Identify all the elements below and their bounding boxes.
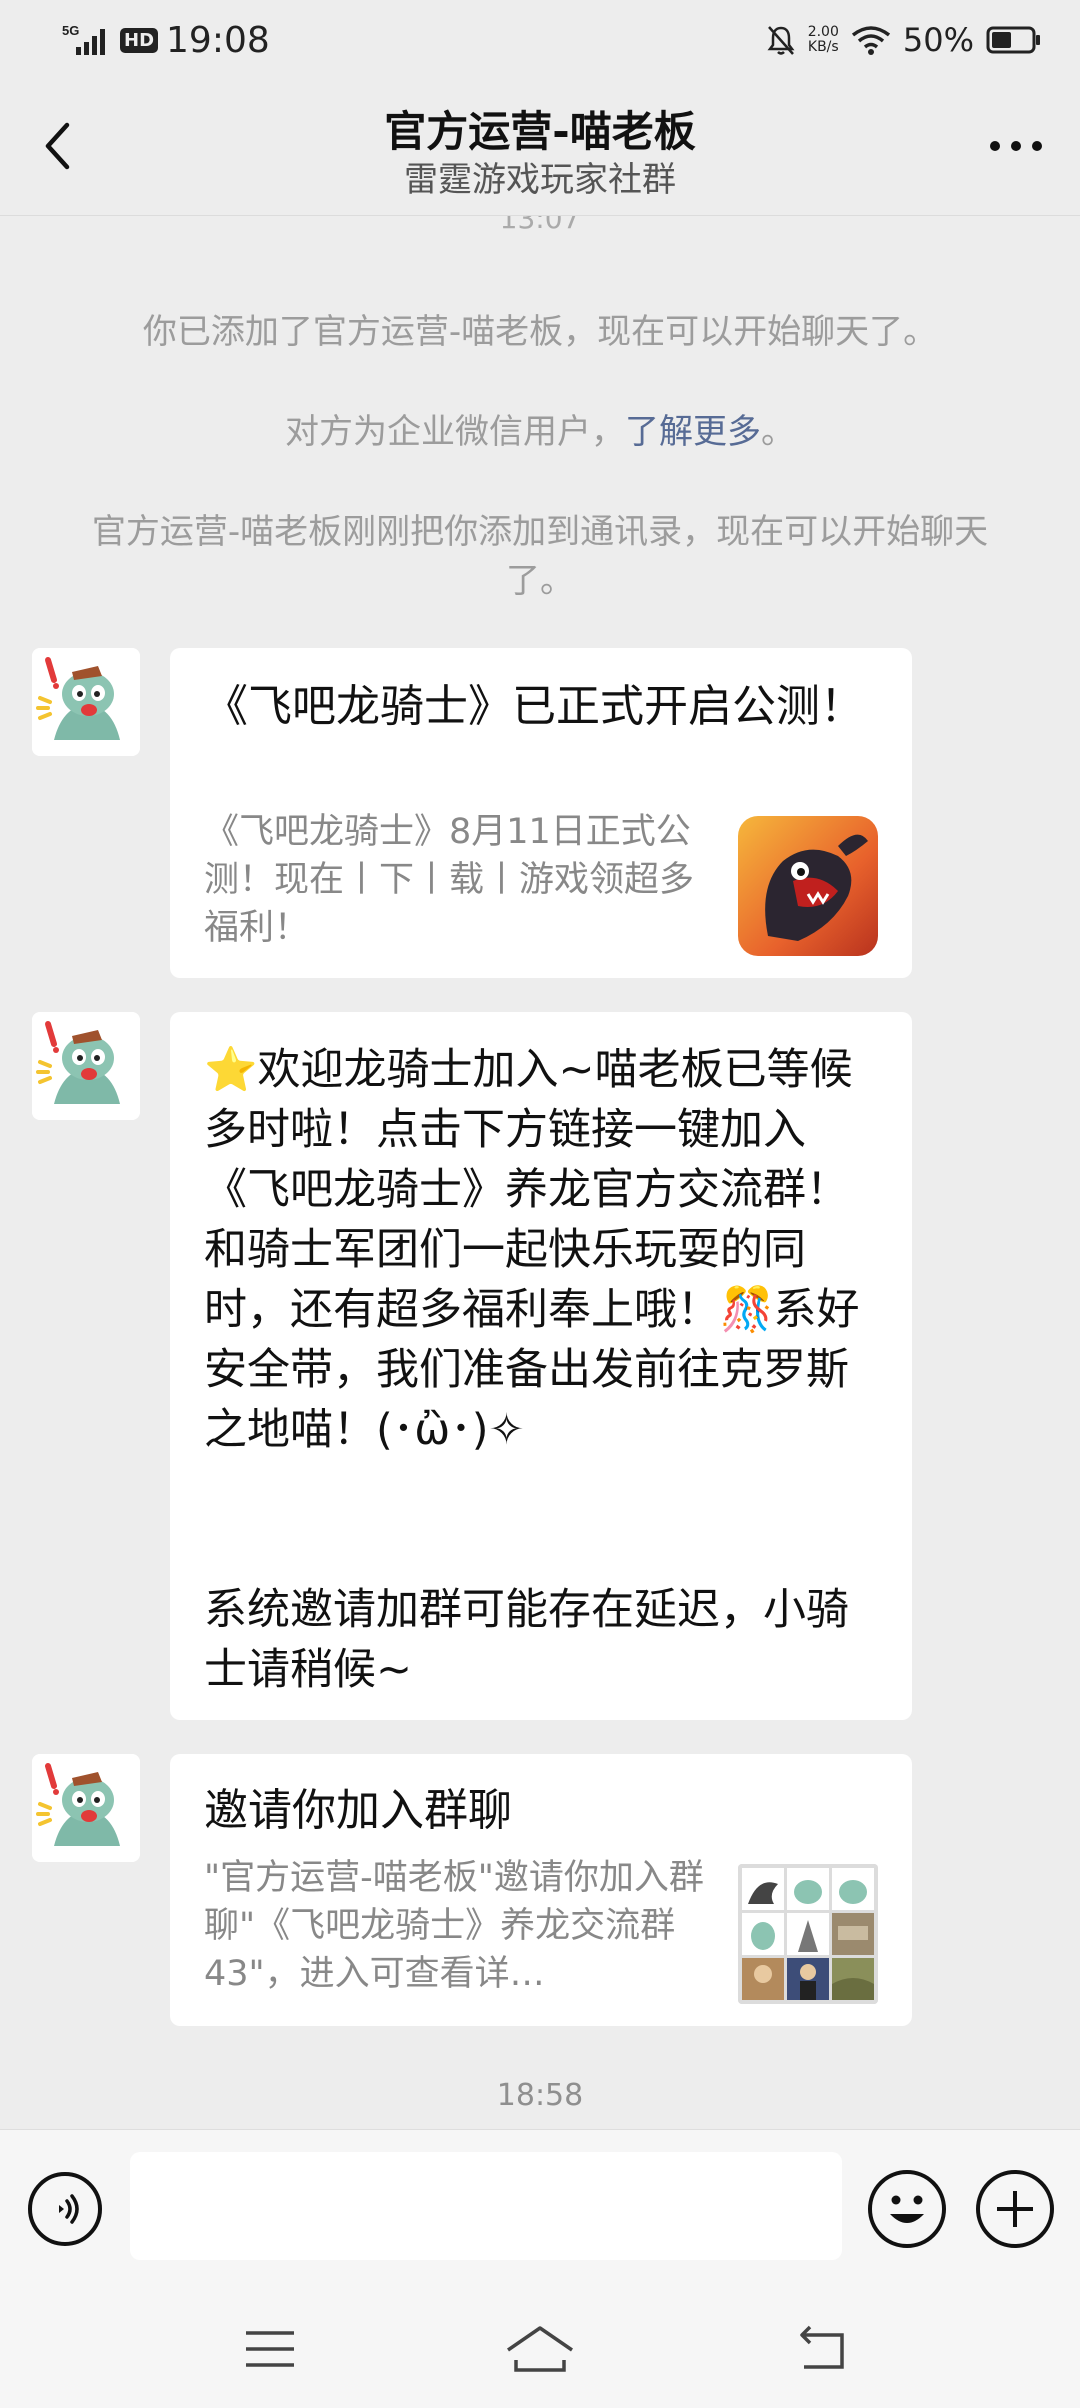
battery-icon	[986, 26, 1040, 54]
system-message: 你已添加了官方运营-喵老板，现在可以开始聊天了。	[142, 312, 938, 352]
home-nav-button[interactable]	[500, 2319, 580, 2379]
mascot-avatar-icon	[32, 1754, 140, 1862]
mute-bell-icon	[767, 26, 795, 55]
message-paragraph: ⭐欢迎龙骑士加入~喵老板已等候多时啦！点击下方链接一键加入《飞吧龙骑士》养龙官方…	[204, 1045, 860, 1455]
emoji-button[interactable]	[868, 2170, 946, 2248]
dragon-game-icon	[738, 816, 878, 956]
status-time: 19:08	[166, 19, 270, 61]
group-invite-card[interactable]: 邀请你加入群聊 "官方运营-喵老板"邀请你加入群聊"《飞吧龙骑士》养龙交流群43…	[170, 1754, 912, 2026]
game-thumbnail	[738, 816, 878, 956]
system-nav-bar	[0, 2289, 1080, 2408]
return-icon	[800, 2325, 844, 2369]
system-text: 对方为企业微信用户，	[285, 412, 625, 452]
card-title: 邀请你加入群聊	[204, 1785, 512, 1836]
avatar[interactable]	[32, 1754, 140, 1862]
title-bar: 官方运营-喵老板 雷霆游戏玩家社群	[0, 80, 1080, 216]
link-card[interactable]: 《飞吧龙骑士》已正式开启公测！ 《飞吧龙骑士》8月11日正式公测！现在丨下丨载丨…	[170, 648, 912, 978]
avatar[interactable]	[32, 1012, 140, 1120]
status-left: 5G HD 19:08	[62, 18, 270, 62]
mascot-avatar-icon	[32, 1012, 140, 1120]
card-description: 《飞吧龙骑士》8月11日正式公测！现在丨下丨载丨游戏领超多福利！	[204, 812, 695, 948]
plus-icon	[997, 2191, 1033, 2227]
system-text: 。	[761, 412, 795, 452]
timestamp: 13:07	[499, 216, 581, 235]
wifi-icon	[851, 26, 890, 55]
smiley-icon	[890, 2195, 924, 2223]
message-input[interactable]	[130, 2152, 842, 2260]
input-bar	[0, 2129, 1080, 2290]
card-description: "官方运营-喵老板"邀请你加入群聊"《飞吧龙骑士》养龙交流群43"，进入可查看详…	[204, 1858, 704, 1994]
net-speed: 2.00 KB/s	[807, 24, 839, 55]
back-nav-button[interactable]	[782, 2319, 862, 2379]
chat-subtitle: 雷霆游戏玩家社群	[404, 160, 676, 200]
card-title: 《飞吧龙骑士》已正式开启公测！	[204, 681, 864, 732]
chat-title: 官方运营-喵老板	[384, 107, 696, 156]
status-right: 2.00 KB/s 50%	[766, 18, 1042, 62]
voice-button[interactable]	[28, 2172, 102, 2246]
battery-percent: 50%	[902, 21, 974, 59]
timestamp: 18:58	[496, 2078, 584, 2113]
voice-icon	[59, 2194, 79, 2224]
signal-icon: 5G	[62, 23, 105, 55]
more-button[interactable]	[976, 116, 1056, 176]
hd-badge: HD	[120, 27, 159, 53]
avatar[interactable]	[32, 648, 140, 756]
status-bar: 5G HD 19:08 2.00 KB/s 50%	[0, 0, 1080, 80]
learn-more-link[interactable]: 了解更多	[625, 412, 761, 452]
group-avatars-icon	[738, 1864, 878, 2004]
system-message: 官方运营-喵老板刚刚把你添加到通讯录，现在可以开始聊天了。	[91, 512, 989, 601]
mascot-avatar-icon	[32, 648, 140, 756]
plus-button[interactable]	[976, 2170, 1054, 2248]
svg-text:5G: 5G	[62, 23, 79, 38]
home-icon	[507, 2326, 573, 2372]
more-dots-icon	[990, 141, 1042, 151]
message-paragraph: 系统邀请加群可能存在延迟，小骑士请稍候~	[204, 1585, 849, 1695]
system-message: 对方为企业微信用户，了解更多。	[90, 408, 990, 457]
chat-area[interactable]: 13:07 你已添加了官方运营-喵老板，现在可以开始聊天了。 对方为企业微信用户…	[0, 216, 1080, 2129]
menu-icon	[246, 2331, 294, 2367]
menu-nav-button[interactable]	[230, 2319, 310, 2379]
group-avatar-grid	[738, 1864, 878, 2004]
text-message[interactable]: ⭐欢迎龙骑士加入~喵老板已等候多时啦！点击下方链接一键加入《飞吧龙骑士》养龙官方…	[170, 1012, 912, 1720]
